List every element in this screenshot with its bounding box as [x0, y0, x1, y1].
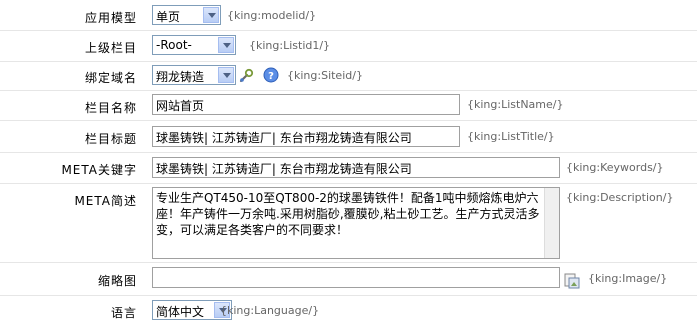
row-image: 缩略图 {king:Image/}	[0, 263, 697, 296]
name-hint: {king:ListName/}	[467, 98, 564, 111]
keywords-input-value: 球墨铸铁| 江苏铸造厂| 东台市翔龙铸造有限公司	[156, 162, 412, 176]
row-title: 栏目标题 球墨铸铁| 江苏铸造厂| 东台市翔龙铸造有限公司 {king:List…	[0, 121, 697, 153]
site-label: 绑定域名	[84, 71, 137, 85]
language-select-value: 简体中文	[156, 305, 205, 319]
title-label: 栏目标题	[84, 132, 137, 146]
model-select-value: 单页	[156, 10, 181, 24]
keywords-input[interactable]: 球墨铸铁| 江苏铸造厂| 东台市翔龙铸造有限公司	[152, 157, 560, 178]
column-settings-form: 应用模型 单页 {king:modelid/} 上级栏目 -Root- {kin…	[0, 0, 697, 333]
site-select-value: 翔龙铸造	[156, 70, 205, 84]
language-label: 语言	[110, 306, 137, 320]
parent-select[interactable]: -Root-	[152, 35, 236, 55]
chevron-down-icon[interactable]	[203, 7, 219, 23]
model-label: 应用模型	[84, 11, 137, 25]
name-label: 栏目名称	[84, 101, 137, 115]
model-select[interactable]: 单页	[152, 5, 221, 25]
name-input-value: 网站首页	[156, 99, 205, 113]
title-hint: {king:ListTitle/}	[467, 130, 555, 143]
textarea-scrollbar[interactable]	[544, 188, 559, 258]
parent-label: 上级栏目	[84, 41, 137, 55]
row-keywords: META关键字 球墨铸铁| 江苏铸造厂| 东台市翔龙铸造有限公司 {king:K…	[0, 153, 697, 184]
name-input[interactable]: 网站首页	[152, 94, 460, 115]
parent-hint: {king:Listid1/}	[249, 39, 331, 52]
image-hint: {king:Image/}	[588, 272, 668, 285]
keywords-hint: {king:Keywords/}	[566, 161, 664, 174]
svg-text:?: ?	[268, 71, 274, 82]
row-description: META简述 专业生产QT450-10至QT800-2的球墨铸铁件！配备1吨中频…	[0, 184, 697, 263]
row-site: 绑定域名 翔龙铸造 ? {king:Siteid/}	[0, 62, 697, 91]
chevron-down-icon[interactable]	[218, 37, 234, 53]
description-label: META简述	[74, 194, 137, 208]
row-language: 语言 简体中文 {king:Language/}	[0, 296, 697, 333]
help-icon[interactable]: ?	[263, 67, 279, 83]
site-select[interactable]: 翔龙铸造	[152, 65, 236, 85]
row-parent: 上级栏目 -Root- {king:Listid1/}	[0, 31, 697, 62]
site-hint: {king:Siteid/}	[287, 69, 363, 82]
description-textarea[interactable]: 专业生产QT450-10至QT800-2的球墨铸铁件！配备1吨中频熔炼电炉六座！…	[152, 187, 560, 259]
title-input-value: 球墨铸铁| 江苏铸造厂| 东台市翔龙铸造有限公司	[156, 131, 412, 145]
description-hint: {king:Description/}	[566, 191, 674, 204]
row-model: 应用模型 单页 {king:modelid/}	[0, 0, 697, 31]
language-hint: {king:Language/}	[220, 304, 320, 317]
image-browse-icon[interactable]	[564, 273, 580, 289]
parent-select-value: -Root-	[156, 38, 192, 52]
image-input[interactable]	[152, 267, 560, 288]
wrench-icon[interactable]	[238, 68, 254, 84]
chevron-down-icon[interactable]	[218, 67, 234, 83]
model-hint: {king:modelid/}	[227, 9, 317, 22]
row-name: 栏目名称 网站首页 {king:ListName/}	[0, 91, 697, 121]
title-input[interactable]: 球墨铸铁| 江苏铸造厂| 东台市翔龙铸造有限公司	[152, 126, 460, 147]
description-textarea-value: 专业生产QT450-10至QT800-2的球墨铸铁件！配备1吨中频熔炼电炉六座！…	[156, 191, 540, 237]
image-label: 缩略图	[97, 274, 137, 288]
keywords-label: META关键字	[61, 163, 137, 177]
